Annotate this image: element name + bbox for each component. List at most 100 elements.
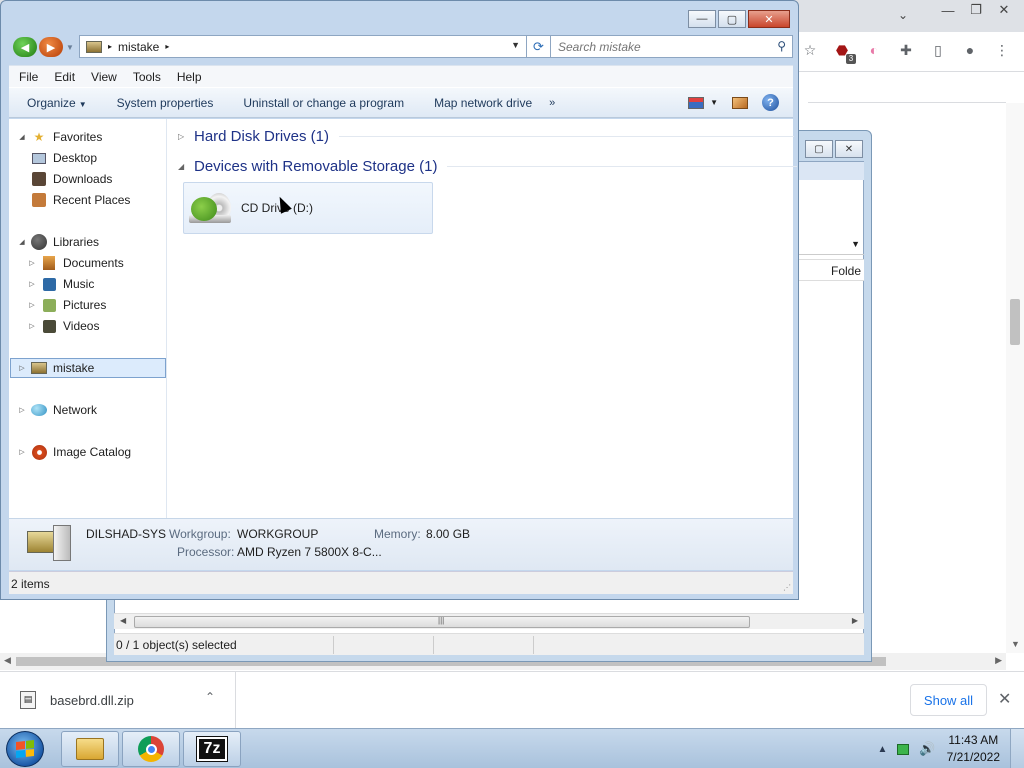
tree-item-downloads[interactable]: Downloads	[31, 169, 112, 189]
background-maximize-button[interactable]: ▢	[805, 140, 833, 158]
tree-label: Favorites	[53, 130, 103, 144]
group-header-hard-disk-drives[interactable]: ▷ Hard Disk Drives (1)	[178, 128, 795, 145]
profile-avatar-icon[interactable]: ●	[960, 40, 980, 60]
translate-extension-icon[interactable]: ◐	[864, 40, 884, 60]
taskbar-explorer-button[interactable]	[61, 731, 119, 767]
collapsed-triangle-icon[interactable]: ▷	[27, 322, 37, 330]
background-status-bar: 0 / 1 object(s) selected	[114, 633, 864, 655]
tree-item-favorites[interactable]: ◢ ★ Favorites	[17, 127, 102, 147]
menu-tools[interactable]: Tools	[125, 70, 169, 84]
system-properties-button[interactable]: System properties	[102, 96, 229, 110]
preview-pane-icon[interactable]	[732, 96, 748, 109]
bookmark-star-icon[interactable]: ☆	[800, 40, 820, 60]
tree-item-pictures[interactable]: ▷ Pictures	[27, 295, 106, 315]
tree-item-videos[interactable]: ▷ Videos	[27, 316, 99, 336]
collapsed-triangle-icon[interactable]: ▷	[27, 280, 37, 288]
scroll-down-arrow-icon[interactable]: ▼	[1011, 639, 1020, 649]
search-box[interactable]: ⚲	[550, 35, 793, 58]
search-input[interactable]	[558, 39, 758, 54]
show-hidden-icons-icon[interactable]: ▲	[878, 744, 888, 755]
refresh-button[interactable]: ⟳	[527, 35, 551, 58]
uninstall-program-button[interactable]: Uninstall or change a program	[228, 96, 419, 110]
menu-view[interactable]: View	[83, 70, 125, 84]
menu-edit[interactable]: Edit	[46, 70, 83, 84]
menu-help[interactable]: Help	[169, 70, 210, 84]
breadcrumb-separator[interactable]: ▸	[108, 42, 112, 51]
tree-item-libraries[interactable]: ◢ Libraries	[17, 232, 99, 252]
collapsed-triangle-icon[interactable]: ▷	[17, 406, 27, 414]
volume-icon[interactable]: 🔊	[919, 741, 935, 757]
computer-name: DILSHAD-SYS	[86, 527, 167, 541]
clock[interactable]: 11:43 AM 7/21/2022	[947, 732, 1000, 766]
side-panel-icon[interactable]: ▯	[928, 40, 948, 60]
page-scroll-thumb[interactable]	[1010, 299, 1020, 345]
expanded-triangle-icon[interactable]: ◢	[17, 238, 27, 246]
collapsed-triangle-icon[interactable]: ▷	[27, 259, 37, 267]
tree-item-music[interactable]: ▷ Music	[27, 274, 94, 294]
background-close-button[interactable]: ✕	[835, 140, 863, 158]
browser-menu-icon[interactable]: ⋮	[992, 40, 1012, 60]
address-dropdown-icon[interactable]: ▼	[511, 40, 520, 50]
collapsed-triangle-icon[interactable]: ▷	[17, 448, 27, 456]
power-icon[interactable]	[897, 743, 910, 755]
start-button[interactable]	[6, 731, 44, 767]
more-commands-button[interactable]: »	[549, 97, 555, 109]
scroll-right-arrow-icon[interactable]: ▶	[852, 616, 858, 625]
tree-item-image-catalog[interactable]: ▷ Image Catalog	[17, 442, 131, 462]
scroll-left-arrow-icon[interactable]: ◀	[4, 655, 11, 666]
forward-button[interactable]: ▶	[39, 37, 63, 57]
page-vertical-scrollbar[interactable]: ▼	[1006, 103, 1024, 653]
show-all-button[interactable]: Show all	[910, 684, 987, 716]
ublock-extension-icon[interactable]: ⬣ 3	[832, 40, 856, 64]
close-button[interactable]: ✕	[748, 10, 790, 28]
tree-label: Downloads	[53, 172, 113, 186]
breadcrumb-separator[interactable]: ▸	[165, 42, 169, 51]
map-network-drive-button[interactable]: Map network drive	[419, 96, 547, 110]
extensions-puzzle-icon[interactable]: ✚	[896, 40, 916, 60]
processor-label: Processor:	[177, 545, 235, 559]
item-count: 2 items	[11, 577, 50, 591]
tree-item-computer[interactable]: ▷ mistake	[10, 358, 166, 378]
maximize-button[interactable]: ▢	[718, 10, 746, 28]
breadcrumb-item[interactable]: mistake	[118, 40, 159, 54]
group-header-removable-storage[interactable]: ◢ Devices with Removable Storage (1)	[178, 158, 798, 175]
memory-label: Memory:	[374, 527, 421, 541]
resize-grip-icon[interactable]: ⋰	[783, 583, 791, 592]
show-desktop-button[interactable]	[1010, 729, 1024, 768]
background-horizontal-scrollbar[interactable]: ◀ ||| ▶	[114, 613, 864, 629]
address-bar[interactable]: ▸ mistake ▸ ▼	[79, 35, 527, 58]
scroll-left-arrow-icon[interactable]: ◀	[120, 616, 126, 625]
tree-item-network[interactable]: ▷ Network	[17, 400, 97, 420]
organize-button[interactable]: Organize ▼	[9, 96, 102, 110]
browser-minimize-button[interactable]: —	[934, 0, 962, 20]
minimize-button[interactable]: —	[688, 10, 716, 28]
tab-search-dropdown[interactable]: ⌄	[898, 8, 908, 22]
tree-item-recent-places[interactable]: Recent Places	[31, 190, 130, 210]
scroll-right-arrow-icon[interactable]: ▶	[995, 655, 1002, 666]
help-icon[interactable]: ?	[762, 94, 779, 111]
browser-close-button[interactable]: ✕	[990, 0, 1018, 20]
expanded-triangle-icon[interactable]: ◢	[17, 133, 27, 141]
collapsed-triangle-icon[interactable]: ▷	[178, 132, 186, 141]
drive-item-cd[interactable]: CD Drive (D:)	[183, 182, 433, 234]
tree-item-desktop[interactable]: Desktop	[31, 148, 97, 168]
taskbar-chrome-button[interactable]	[122, 731, 180, 767]
column-header-folder[interactable]: Folde	[799, 259, 864, 281]
back-button[interactable]: ◀	[13, 37, 37, 57]
recent-pages-dropdown-icon[interactable]: ▼	[66, 43, 74, 52]
download-item[interactable]: ▤ basebrd.dll.zip ⌃	[0, 672, 236, 728]
taskbar-7zip-button[interactable]: 7z	[183, 731, 241, 767]
close-icon[interactable]: ✕	[998, 689, 1011, 709]
search-icon[interactable]: ⚲	[777, 39, 786, 53]
collapsed-triangle-icon[interactable]: ▷	[17, 364, 27, 372]
expanded-triangle-icon[interactable]: ◢	[178, 162, 186, 171]
background-dropdown[interactable]: ▼	[793, 237, 864, 255]
browser-restore-button[interactable]: ❐	[962, 0, 990, 20]
documents-icon	[41, 256, 57, 270]
tree-item-documents[interactable]: ▷ Documents	[27, 253, 124, 273]
menu-file[interactable]: File	[11, 70, 46, 84]
explorer-window[interactable]: — ▢ ✕ ◀ ▶ ▼ ▸ mistake ▸ ▼ ⟳ ⚲ File Edit …	[0, 0, 799, 600]
change-view-button[interactable]: ▼	[688, 96, 718, 109]
collapsed-triangle-icon[interactable]: ▷	[27, 301, 37, 309]
chevron-up-icon[interactable]: ⌃	[205, 690, 215, 704]
